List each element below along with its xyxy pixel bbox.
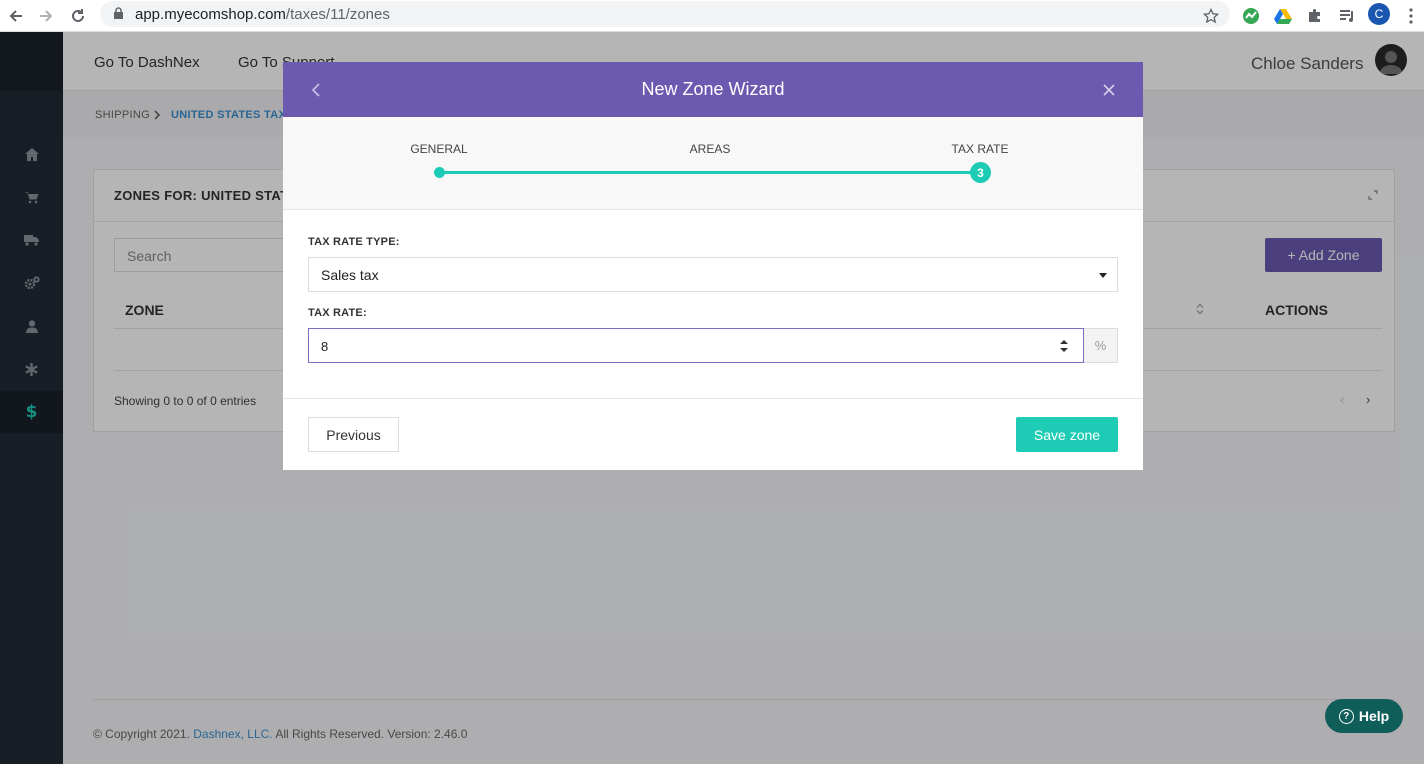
previous-button[interactable]: Previous (308, 417, 399, 452)
close-icon[interactable] (1100, 81, 1118, 99)
url-host: app.myecomshop.com (135, 6, 286, 23)
extension-green-icon[interactable] (1240, 5, 1262, 27)
step-general[interactable]: GENERAL (410, 142, 467, 156)
tax-rate-label: TAX RATE: (308, 307, 367, 319)
browser-menu-icon[interactable] (1400, 5, 1422, 27)
tax-rate-type-value: Sales tax (321, 267, 379, 283)
google-drive-icon[interactable] (1272, 5, 1294, 27)
bookmark-star-icon[interactable] (1200, 5, 1222, 27)
new-zone-wizard-modal: New Zone Wizard GENERAL AREAS TAX RATE 3… (283, 62, 1143, 470)
back-arrow-icon[interactable] (4, 4, 28, 28)
step-start-dot (434, 167, 445, 178)
modal-title: New Zone Wizard (641, 79, 785, 99)
extensions-puzzle-icon[interactable] (1304, 5, 1326, 27)
modal-header: New Zone Wizard (283, 62, 1143, 117)
save-zone-button[interactable]: Save zone (1016, 417, 1118, 452)
wizard-steps: GENERAL AREAS TAX RATE 3 (283, 117, 1143, 210)
url-path: /taxes/11/zones (285, 6, 390, 23)
reload-icon[interactable] (66, 4, 90, 28)
tax-rate-value: 8 (321, 339, 329, 354)
tax-rate-type-label: TAX RATE TYPE: (308, 236, 400, 248)
media-queue-icon[interactable] (1336, 5, 1358, 27)
tax-rate-input[interactable]: 8 (308, 328, 1084, 363)
forward-arrow-icon[interactable] (34, 4, 58, 28)
profile-avatar[interactable]: C (1368, 3, 1390, 25)
question-circle-icon: ? (1338, 708, 1354, 724)
lock-icon (113, 7, 124, 25)
percent-addon: % (1084, 328, 1118, 363)
tax-rate-type-select[interactable]: Sales tax (308, 257, 1118, 292)
url-text: app.myecomshop.com/taxes/11/zones (135, 6, 390, 23)
caret-down-icon (1099, 273, 1107, 278)
step-tax-rate[interactable]: TAX RATE (952, 142, 1009, 156)
step-areas[interactable]: AREAS (690, 142, 731, 156)
number-spinner-icon[interactable] (1059, 338, 1069, 354)
modal-footer-divider (283, 398, 1143, 399)
browser-toolbar: app.myecomshop.com/taxes/11/zones C (0, 0, 1424, 32)
current-step-badge: 3 (970, 162, 991, 183)
help-button[interactable]: ? Help (1325, 699, 1403, 733)
step-progress-track (439, 171, 981, 174)
help-label: Help (1358, 708, 1390, 724)
